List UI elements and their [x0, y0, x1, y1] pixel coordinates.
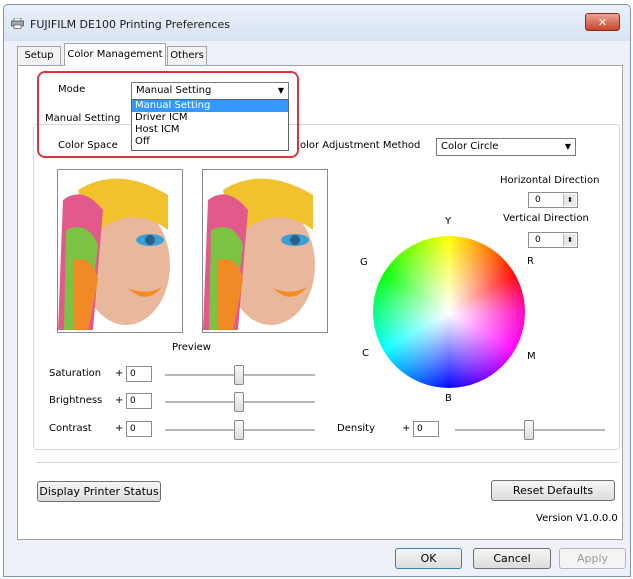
cancel-label: Cancel: [493, 552, 531, 565]
tab-others-label: Others: [170, 50, 204, 61]
tab-color-management-label: Color Management: [67, 49, 163, 60]
wheel-label-c: C: [362, 348, 369, 359]
brightness-value: 0: [130, 396, 136, 406]
density-label: Density: [337, 423, 376, 434]
vertical-direction-value: 0: [535, 235, 541, 245]
ok-button[interactable]: OK: [395, 548, 462, 569]
contrast-input[interactable]: 0: [126, 421, 152, 437]
saturation-slider-thumb[interactable]: [234, 365, 244, 385]
chevron-down-icon: ▼: [564, 142, 571, 151]
tab-setup-label: Setup: [24, 50, 54, 61]
saturation-value: 0: [130, 369, 136, 379]
tab-color-management[interactable]: Color Management: [64, 43, 166, 66]
saturation-input[interactable]: 0: [126, 366, 152, 382]
saturation-label: Saturation: [49, 368, 102, 379]
horizontal-direction-label: Horizontal Direction: [500, 175, 600, 186]
density-input[interactable]: 0: [413, 421, 439, 437]
original-photo: [58, 170, 182, 332]
contrast-slider-thumb[interactable]: [234, 420, 244, 440]
color-adjustment-method-label: olor Adjustment Method: [300, 140, 421, 151]
vertical-direction-spinner[interactable]: 0 ⬍: [528, 232, 578, 248]
printer-icon: [11, 18, 24, 29]
horizontal-direction-value: 0: [535, 195, 541, 205]
tab-setup[interactable]: Setup: [17, 46, 61, 65]
color-adjustment-method-select[interactable]: Color Circle ▼: [436, 138, 576, 156]
title-bar: FUJIFILM DE100 Printing Preferences: [4, 5, 630, 41]
reset-defaults-button[interactable]: Reset Defaults: [491, 480, 615, 501]
annotation-highlight-box: [37, 71, 299, 158]
preview-photo: [203, 170, 327, 332]
brightness-sign: +: [115, 395, 124, 406]
close-icon: ✕: [597, 16, 608, 29]
density-value: 0: [417, 424, 423, 434]
wheel-label-r: R: [527, 256, 534, 267]
original-image-frame: [57, 169, 183, 333]
density-slider-thumb[interactable]: [524, 420, 534, 440]
display-printer-status-button[interactable]: Display Printer Status: [37, 481, 161, 502]
apply-button[interactable]: Apply: [559, 548, 626, 569]
brightness-label: Brightness: [49, 395, 103, 406]
brightness-slider-thumb[interactable]: [234, 392, 244, 412]
wheel-label-m: M: [527, 351, 536, 362]
reset-defaults-label: Reset Defaults: [512, 484, 594, 497]
spin-arrows-icon[interactable]: ⬍: [563, 234, 576, 246]
wheel-label-g: G: [360, 257, 368, 268]
preview-label: Preview: [172, 342, 211, 353]
spin-arrows-icon[interactable]: ⬍: [563, 194, 576, 206]
display-printer-status-label: Display Printer Status: [39, 485, 159, 498]
preview-image-frame: [202, 169, 328, 333]
brightness-input[interactable]: 0: [126, 393, 152, 409]
version-text: Version V1.0.0.0: [536, 513, 618, 524]
wheel-label-y: Y: [445, 216, 452, 227]
contrast-value: 0: [130, 424, 136, 434]
wheel-label-b: B: [445, 393, 452, 404]
apply-label: Apply: [576, 552, 609, 565]
saturation-sign: +: [115, 368, 124, 379]
horizontal-direction-spinner[interactable]: 0 ⬍: [528, 192, 578, 208]
contrast-sign: +: [115, 423, 124, 434]
tab-others[interactable]: Others: [167, 46, 207, 65]
color-adjustment-method-value: Color Circle: [441, 141, 499, 152]
vertical-direction-label: Vertical Direction: [503, 213, 589, 224]
window-title: FUJIFILM DE100 Printing Preferences: [30, 18, 230, 31]
separator: [36, 462, 619, 463]
density-sign: +: [402, 423, 411, 434]
crosshair-icon: +: [444, 306, 455, 320]
cancel-button[interactable]: Cancel: [473, 548, 551, 569]
contrast-label: Contrast: [49, 423, 92, 434]
close-button[interactable]: ✕: [585, 13, 620, 31]
ok-label: OK: [420, 552, 437, 565]
